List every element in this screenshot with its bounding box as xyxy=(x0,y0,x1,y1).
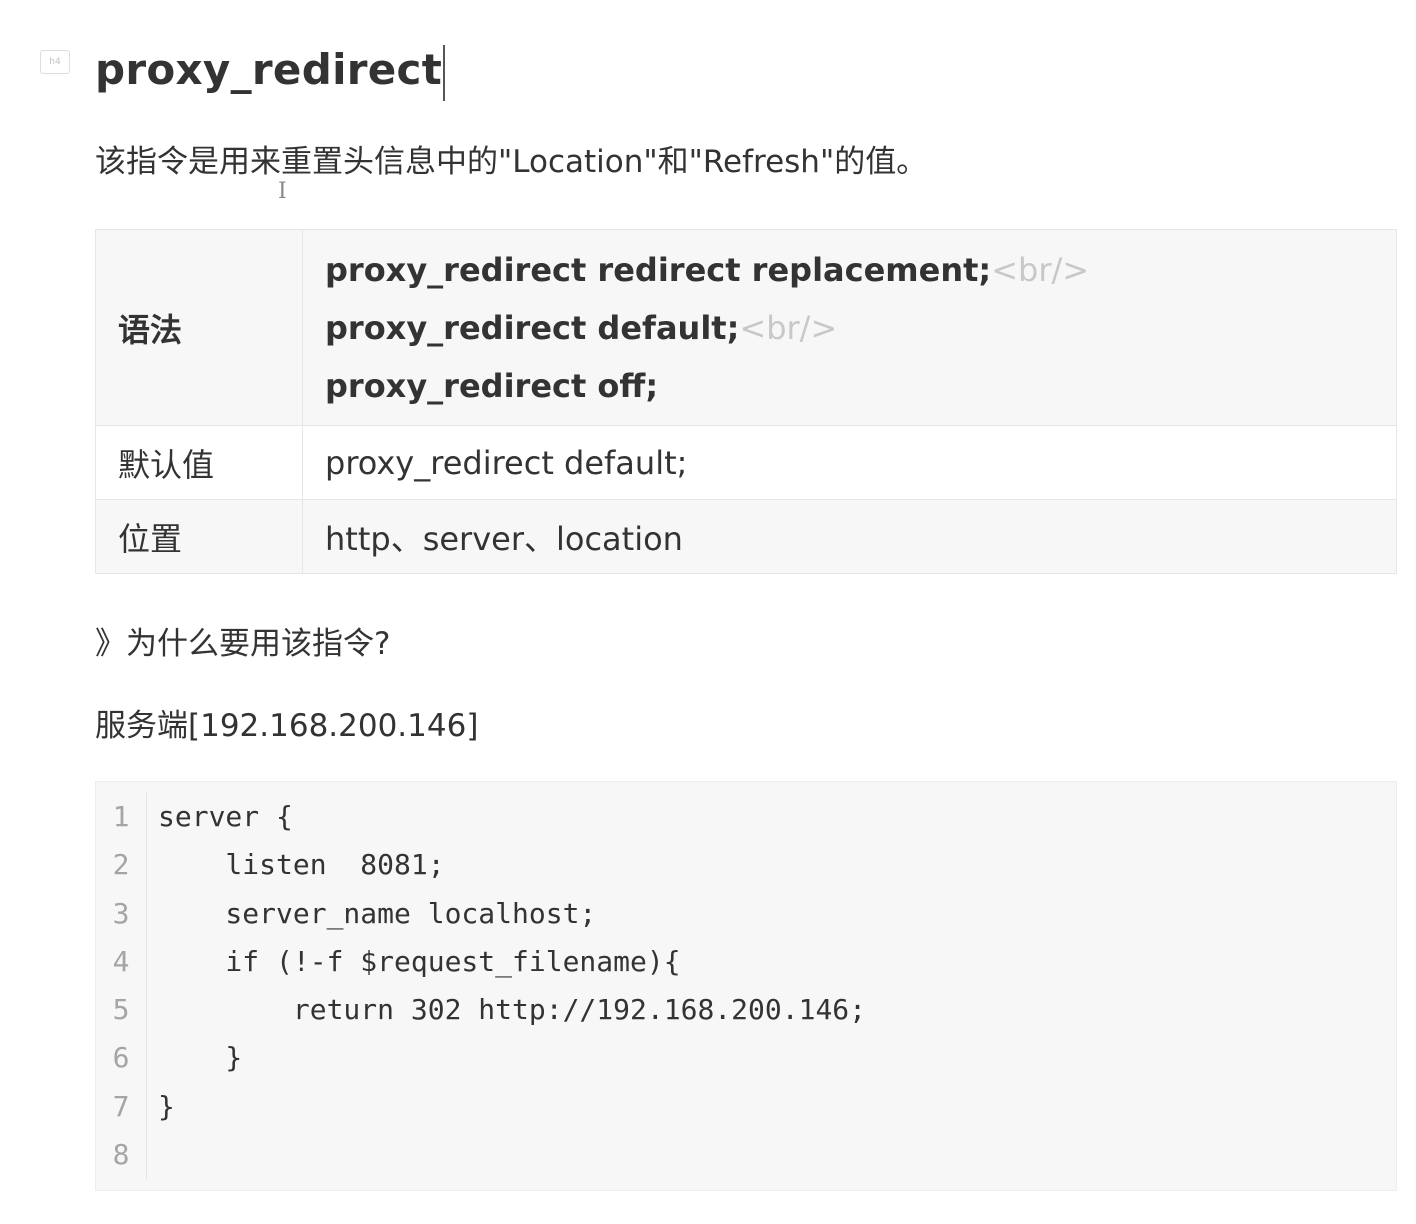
line-number-gutter: 1 2 3 4 5 6 7 8 xyxy=(96,793,147,1180)
line-number: 1 xyxy=(112,800,130,833)
br-tag: <br/> xyxy=(739,308,838,347)
intro-paragraph: 该指令是用来重置头信息中的"Location"和"Refresh"的值。 xyxy=(95,144,928,180)
code-line: server { xyxy=(158,800,293,833)
location-value: http、server、location xyxy=(302,499,1397,574)
syntax-line: proxy_redirect redirect replacement;<br/… xyxy=(325,241,1374,299)
syntax-line-text: proxy_redirect redirect replacement; xyxy=(325,250,992,289)
table-row-syntax: 语法 proxy_redirect redirect replacement;<… xyxy=(95,229,1397,426)
page-title-text: proxy_redirect xyxy=(95,45,443,94)
code-line: server_name localhost; xyxy=(158,896,597,930)
syntax-label: 语法 xyxy=(95,229,303,426)
line-number: 2 xyxy=(112,848,130,882)
code-block[interactable]: 1 2 3 4 5 6 7 8 server { listen 8081; se… xyxy=(95,781,1397,1191)
table-row-location: 位置 http、server、location xyxy=(95,499,1397,574)
code-line: } xyxy=(158,1041,243,1075)
syntax-value: proxy_redirect redirect replacement;<br/… xyxy=(302,229,1397,426)
line-number: 6 xyxy=(112,1041,130,1075)
line-number: 7 xyxy=(112,1089,130,1123)
syntax-line-text: proxy_redirect off; xyxy=(325,366,659,405)
text-caret xyxy=(443,44,446,101)
code-line: listen 8081; xyxy=(158,848,445,882)
code-line: if (!-f $request_filename){ xyxy=(158,944,681,978)
server-caption: 服务端[192.168.200.146] xyxy=(95,708,479,744)
line-number: 4 xyxy=(112,944,130,978)
syntax-line: proxy_redirect off; xyxy=(325,357,1374,415)
table-row-default: 默认值 proxy_redirect default; xyxy=(95,425,1397,500)
default-label: 默认值 xyxy=(95,425,303,500)
heading-level-badge: h4 xyxy=(40,50,70,74)
directive-properties-table: 语法 proxy_redirect redirect replacement;<… xyxy=(95,229,1397,574)
page-title[interactable]: proxy_redirect xyxy=(95,40,446,101)
syntax-line: proxy_redirect default;<br/> xyxy=(325,299,1374,357)
line-number: 5 xyxy=(112,993,130,1027)
line-number: 8 xyxy=(112,1138,130,1172)
syntax-line-text: proxy_redirect default; xyxy=(325,308,740,347)
ibeam-cursor-icon: I xyxy=(278,179,287,204)
code-line: return 302 http://192.168.200.146; xyxy=(158,993,867,1027)
line-number: 3 xyxy=(112,896,130,930)
br-tag: <br/> xyxy=(991,250,1090,289)
default-value: proxy_redirect default; xyxy=(302,425,1397,500)
question-paragraph: 》为什么要用该指令? xyxy=(95,626,391,662)
code-lines[interactable]: server { listen 8081; server_name localh… xyxy=(158,793,866,1179)
code-line: } xyxy=(158,1089,175,1123)
location-label: 位置 xyxy=(95,499,303,574)
